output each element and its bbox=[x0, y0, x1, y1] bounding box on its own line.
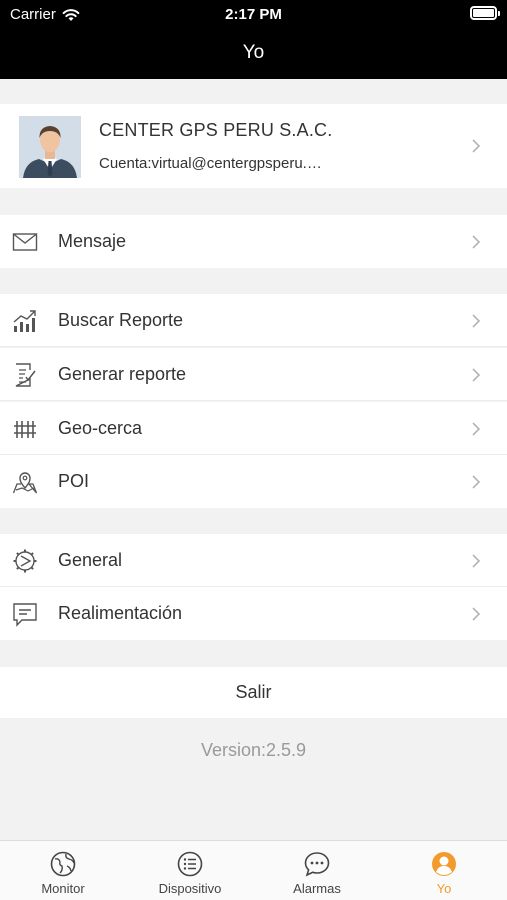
tab-yo[interactable]: Yo bbox=[381, 841, 507, 900]
menu-item-geofence[interactable]: Geo-cerca bbox=[0, 402, 507, 455]
status-time: 2:17 PM bbox=[225, 6, 282, 23]
tab-monitor[interactable]: Monitor bbox=[0, 841, 126, 900]
map-pin-icon bbox=[12, 472, 38, 494]
menu-item-label: POI bbox=[58, 471, 90, 491]
status-bar: Carrier 2:17 PM bbox=[0, 0, 507, 28]
menu-item-message[interactable]: Mensaje bbox=[0, 215, 507, 268]
page-title: Yo bbox=[242, 42, 265, 63]
tab-alarmas[interactable]: Alarmas bbox=[254, 841, 380, 900]
tab-bar: Monitor Dispositivo Alarmas Yo bbox=[0, 840, 507, 900]
profile-account: Cuenta:virtual@centergpsperu.… bbox=[99, 155, 322, 172]
version-label: Version:2.5.9 bbox=[200, 740, 307, 760]
chevron-right-icon bbox=[472, 475, 481, 489]
envelope-icon bbox=[12, 233, 38, 251]
tab-dispositivo[interactable]: Dispositivo bbox=[127, 841, 253, 900]
chevron-right-icon bbox=[472, 314, 481, 328]
tab-label: Alarmas bbox=[293, 881, 341, 896]
navigation-bar: Carrier 2:17 PM Yo bbox=[0, 0, 507, 79]
gear-icon bbox=[13, 549, 37, 573]
profile-name: CENTER GPS PERU S.A.C. bbox=[99, 120, 333, 140]
chevron-right-icon bbox=[472, 235, 481, 249]
tab-label: Yo bbox=[436, 881, 452, 896]
profile-row[interactable] bbox=[0, 104, 507, 188]
menu-item-label: Mensaje bbox=[58, 231, 127, 251]
chevron-right-icon bbox=[472, 554, 481, 568]
menu-item-label: General bbox=[58, 550, 123, 570]
menu-item-feedback[interactable]: Realimentación bbox=[0, 587, 507, 640]
globe-icon bbox=[50, 851, 76, 877]
menu-item-generate-report[interactable]: Generar reporte bbox=[0, 348, 507, 401]
chevron-right-icon bbox=[472, 422, 481, 436]
menu-item-label: Buscar Reporte bbox=[58, 310, 184, 330]
list-icon bbox=[177, 851, 203, 877]
avatar bbox=[19, 116, 81, 178]
menu-item-label: Geo-cerca bbox=[58, 418, 143, 438]
tab-label: Monitor bbox=[41, 881, 85, 896]
menu-item-label: Realimentación bbox=[58, 603, 183, 623]
fence-icon bbox=[14, 421, 36, 438]
menu-item-poi[interactable]: POI bbox=[0, 455, 507, 508]
tab-label: Dispositivo bbox=[158, 881, 222, 896]
report-edit-icon bbox=[15, 363, 36, 387]
menu-item-search-report[interactable]: Buscar Reporte bbox=[0, 294, 507, 347]
logout-button[interactable]: Salir bbox=[0, 667, 507, 718]
chevron-right-icon bbox=[472, 139, 481, 153]
chevron-right-icon bbox=[472, 368, 481, 382]
bar-chart-icon bbox=[13, 310, 36, 332]
chat-icon bbox=[304, 852, 330, 877]
person-icon bbox=[432, 852, 456, 876]
menu-item-label: Generar reporte bbox=[58, 364, 187, 384]
chevron-right-icon bbox=[472, 607, 481, 621]
feedback-message-icon bbox=[13, 603, 37, 627]
battery-icon bbox=[470, 6, 500, 20]
menu-item-general[interactable]: General bbox=[0, 534, 507, 587]
